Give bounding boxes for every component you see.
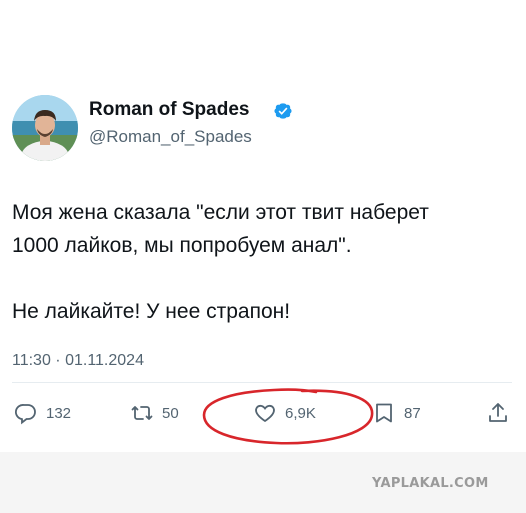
tweet-timestamp[interactable]: 11:30 · 01.11.2024 bbox=[12, 352, 144, 370]
avatar[interactable] bbox=[12, 95, 78, 161]
reply-icon bbox=[14, 404, 36, 425]
tweet-line: Не лайкайте! У нее страпон! bbox=[12, 300, 291, 323]
tweet-text: Моя жена сказала "если этот твит наберет… bbox=[12, 196, 512, 328]
retweet-button[interactable]: 50 bbox=[130, 400, 179, 426]
watermark: YAPLAKAL.COM bbox=[372, 476, 489, 491]
verified-badge-icon bbox=[274, 103, 292, 119]
author-name[interactable]: Roman of Spades bbox=[89, 99, 249, 121]
heart-icon bbox=[255, 404, 275, 423]
bookmark-count: 87 bbox=[404, 404, 421, 422]
bookmark-icon bbox=[376, 403, 392, 423]
retweet-count: 50 bbox=[162, 404, 179, 422]
reply-button[interactable]: 132 bbox=[14, 400, 71, 426]
retweet-icon bbox=[131, 406, 153, 420]
reply-count: 132 bbox=[46, 404, 72, 422]
tweet-line: 1000 лайков, мы попробуем анал". bbox=[12, 234, 352, 257]
tweet-line: Моя жена сказала "если этот твит наберет bbox=[12, 201, 429, 224]
share-button[interactable] bbox=[486, 400, 510, 426]
share-icon bbox=[489, 403, 507, 422]
bookmark-button[interactable]: 87 bbox=[372, 400, 421, 426]
divider bbox=[12, 382, 512, 383]
top-gap bbox=[0, 0, 526, 82]
author-handle[interactable]: @Roman_of_Spades bbox=[89, 127, 252, 147]
like-button[interactable]: 6,9K bbox=[253, 400, 316, 426]
like-count: 6,9K bbox=[285, 404, 316, 422]
